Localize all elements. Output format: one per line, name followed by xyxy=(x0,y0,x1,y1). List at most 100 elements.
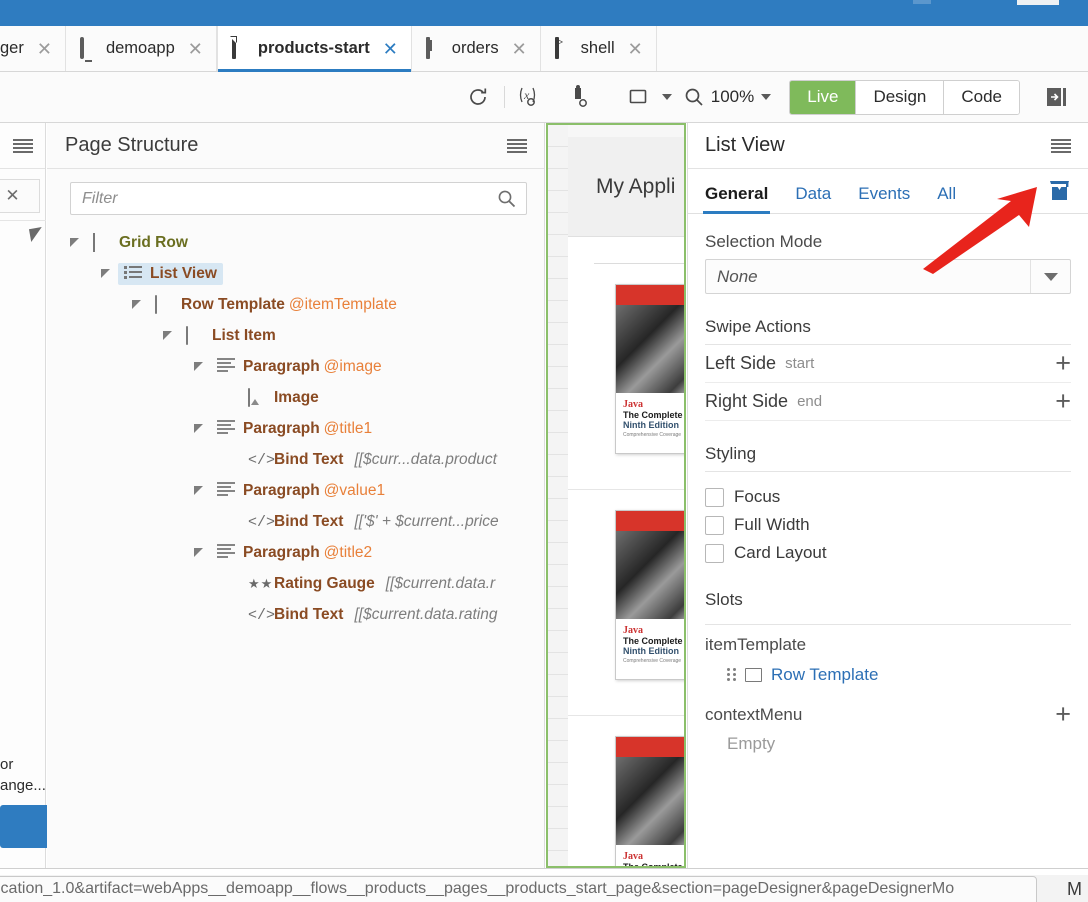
tree-node-paragraph[interactable]: Paragraph @title1 xyxy=(70,413,544,444)
tree-node-bind-text[interactable]: </> Bind Text [[$curr...data.product xyxy=(70,444,544,475)
book-cover-image: JavaThe CompleteNinth EditionComprehensi… xyxy=(615,736,684,866)
tab-general[interactable]: General xyxy=(702,184,771,214)
quick-start-icon[interactable] xyxy=(1047,178,1072,208)
toolbar-divider xyxy=(503,86,505,108)
tree-node-label-box[interactable]: Paragraph @image xyxy=(211,356,388,378)
tree-node-bind-text[interactable]: </> Bind Text [['$' + $current...price xyxy=(70,506,544,537)
tree-node-label-box[interactable]: </> Bind Text [['$' + $current...price xyxy=(242,511,505,533)
tab-close-icon[interactable]: ✕ xyxy=(37,40,52,58)
action-chain-icon[interactable] xyxy=(566,80,600,114)
tree-node-label-box[interactable]: Paragraph @value1 xyxy=(211,480,391,502)
row-template-link[interactable]: Row Template xyxy=(771,665,878,685)
tree-expand-arrow-icon[interactable] xyxy=(70,238,79,247)
tree-node-row-template[interactable]: Row Template @itemTemplate xyxy=(70,289,544,320)
properties-tabs: General Data Events All xyxy=(688,169,1088,214)
checkbox-focus[interactable]: Focus xyxy=(705,483,895,511)
tree-expand-arrow-icon[interactable] xyxy=(163,331,172,340)
tree-node-label-box[interactable]: Grid Row xyxy=(87,232,194,254)
tree-node-label-box[interactable]: ★★ Rating Gauge [[$current.data.r xyxy=(242,573,501,595)
tree-node-paragraph[interactable]: Paragraph @value1 xyxy=(70,475,544,506)
search-input[interactable] xyxy=(82,189,497,208)
plus-icon[interactable]: + xyxy=(1055,701,1071,728)
tree-node-label-box[interactable]: Paragraph @title2 xyxy=(211,542,378,564)
list-item[interactable]: JavaThe CompleteNinth EditionComprehensi… xyxy=(568,716,684,866)
styling-section-title: Styling xyxy=(705,444,1071,472)
status-right-text: M xyxy=(1067,879,1082,899)
left-rail-close-button[interactable]: ✕ xyxy=(0,179,40,213)
slot-item-template-child[interactable]: Row Template xyxy=(705,665,1071,685)
refresh-icon[interactable] xyxy=(461,80,495,114)
page-structure-menu-icon[interactable] xyxy=(507,138,527,153)
list-item[interactable]: JavaThe CompleteNinth EditionComprehensi… xyxy=(568,490,684,716)
tab-products-start[interactable]: products-start ✕ xyxy=(216,26,412,72)
tab-label: orders xyxy=(451,39,499,58)
tab-shell[interactable]: shell ✕ xyxy=(540,26,657,71)
tree-node-list-item[interactable]: List Item xyxy=(70,320,544,351)
tree-expand-arrow-icon[interactable] xyxy=(132,300,141,309)
tree-node-rating-gauge[interactable]: ★★ Rating Gauge [[$current.data.r xyxy=(70,568,544,599)
tree-node-label-box[interactable]: Image xyxy=(242,387,325,409)
checkbox-card-layout[interactable]: Card Layout xyxy=(705,539,895,567)
tab-close-icon[interactable]: ✕ xyxy=(188,40,203,58)
code-icon: </> xyxy=(248,607,276,624)
tree-expand-arrow-icon[interactable] xyxy=(194,424,203,433)
hamburger-icon[interactable] xyxy=(12,138,33,153)
mode-live-button[interactable]: Live xyxy=(790,80,857,114)
search-icon[interactable] xyxy=(497,189,517,209)
viewport-icon[interactable] xyxy=(622,80,656,114)
drag-handle-icon[interactable] xyxy=(727,668,736,682)
tree-expand-arrow-icon[interactable] xyxy=(194,362,203,371)
chevron-down-icon[interactable] xyxy=(1030,260,1070,293)
tree-node-label-box[interactable]: Row Template @itemTemplate xyxy=(149,294,403,316)
tab-close-icon[interactable]: ✕ xyxy=(628,40,643,58)
swipe-left-side-row[interactable]: Left Side start + xyxy=(705,345,1071,383)
expression-variable-icon[interactable]: x xyxy=(514,80,548,114)
checkbox-box[interactable] xyxy=(705,487,724,507)
tree-node-grid-row[interactable]: Grid Row xyxy=(70,227,544,258)
tab-close-icon[interactable]: ✕ xyxy=(383,40,398,58)
tree-node-expression: [[$curr...data.product xyxy=(354,450,497,468)
mode-code-button[interactable]: Code xyxy=(944,80,1019,114)
tree-node-image[interactable]: Image xyxy=(70,382,544,413)
tree-node-list-view[interactable]: List View xyxy=(70,258,544,289)
tree-node-paragraph[interactable]: Paragraph @image xyxy=(70,351,544,382)
tree-node-bind-text[interactable]: </> Bind Text [[$current.data.rating xyxy=(70,599,544,630)
filter-field[interactable] xyxy=(70,182,527,215)
left-rail: ✕ or ange... xyxy=(0,123,56,868)
tree-node-label-box[interactable]: </> Bind Text [[$current.data.rating xyxy=(242,604,504,626)
tree-node-label-box[interactable]: List View xyxy=(118,262,223,285)
checkbox-box[interactable] xyxy=(705,515,724,535)
list-item[interactable]: JavaThe CompleteNinth EditionComprehensi… xyxy=(568,264,684,490)
tree-node-label-box[interactable]: List Item xyxy=(180,325,282,347)
shell-icon xyxy=(554,37,572,59)
mode-design-button[interactable]: Design xyxy=(856,80,945,114)
tree-node-label-box[interactable]: Paragraph @title1 xyxy=(211,418,378,440)
zoom-chevron-down-icon[interactable] xyxy=(761,94,772,100)
page-preview-canvas[interactable]: My Appli Java The Complete Ninth Edition Co… xyxy=(546,123,686,868)
tab-all[interactable]: All xyxy=(937,184,956,213)
checkbox-full-width[interactable]: Full Width xyxy=(705,511,895,539)
tab-data[interactable]: Data xyxy=(795,184,831,213)
tree-expand-arrow-icon[interactable] xyxy=(101,269,110,278)
tab-demoapp[interactable]: demoapp ✕ xyxy=(65,26,217,71)
selection-mode-select[interactable]: None xyxy=(705,259,1071,294)
tree-node-paragraph[interactable]: Paragraph @title2 xyxy=(70,537,544,568)
tab-orders[interactable]: orders ✕ xyxy=(411,26,541,71)
expand-panel-icon[interactable] xyxy=(1040,80,1074,114)
zoom-control[interactable]: 100% xyxy=(684,87,772,107)
swipe-left-side-value: start xyxy=(785,355,815,372)
tab-close-icon[interactable]: ✕ xyxy=(512,40,527,58)
swipe-right-side-row[interactable]: Right Side end + xyxy=(705,383,1071,421)
plus-icon[interactable]: + xyxy=(1055,388,1071,415)
plus-icon[interactable]: + xyxy=(1055,350,1071,377)
tree-expand-arrow-icon[interactable] xyxy=(194,486,203,495)
book-cover-image: JavaThe CompleteNinth EditionComprehensi… xyxy=(615,510,684,680)
tree-node-name: Row Template xyxy=(181,295,285,313)
tab-events[interactable]: Events xyxy=(858,184,910,213)
viewport-chevron-down-icon[interactable] xyxy=(661,94,672,100)
tree-expand-arrow-icon[interactable] xyxy=(194,548,203,557)
checkbox-box[interactable] xyxy=(705,543,724,563)
tree-node-label-box[interactable]: </> Bind Text [[$curr...data.product xyxy=(242,449,503,471)
tab-ger[interactable]: ger ✕ xyxy=(0,26,66,71)
properties-menu-icon[interactable] xyxy=(1051,138,1071,153)
